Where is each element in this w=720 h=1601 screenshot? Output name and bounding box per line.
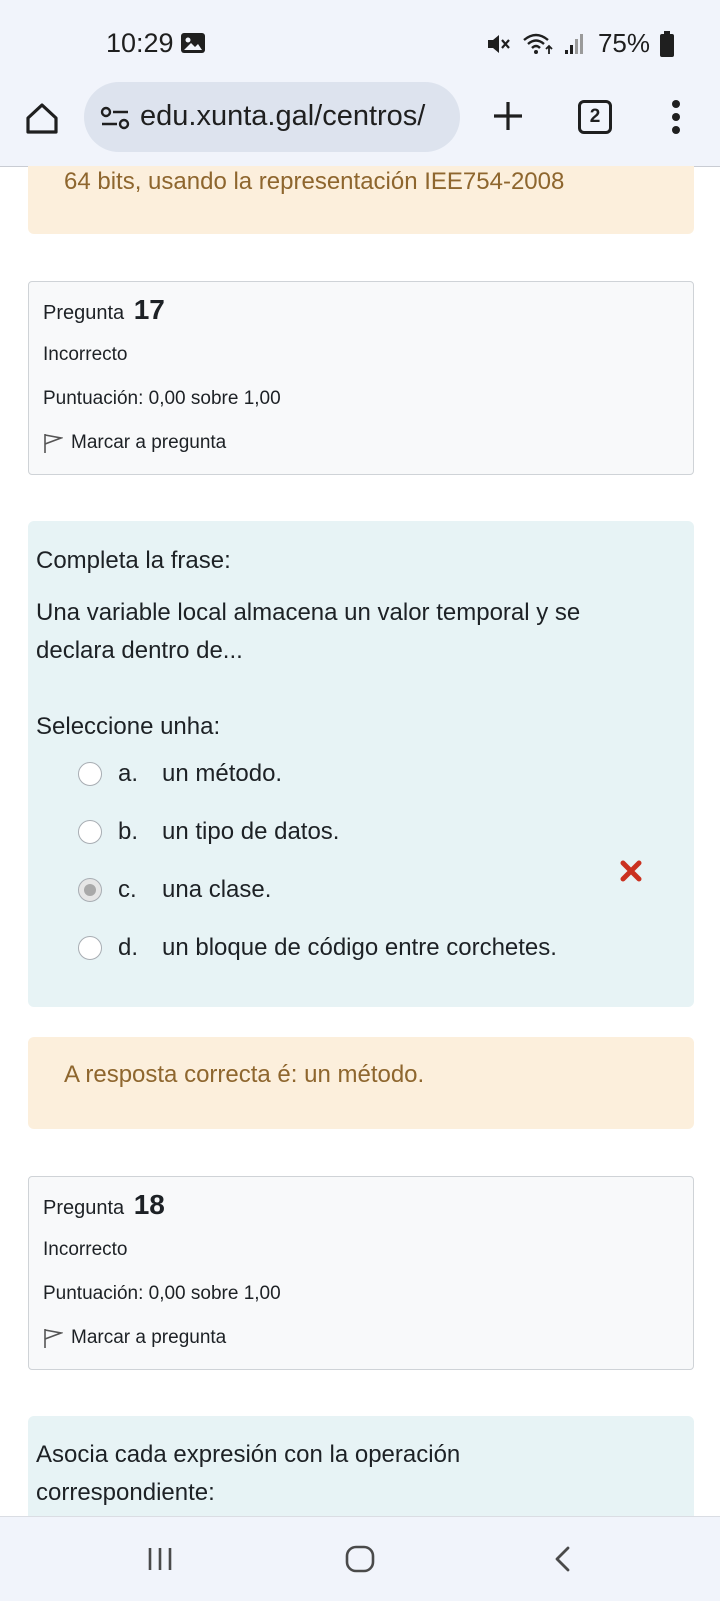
question-info: Pregunta 18 Incorrecto Puntuación: 0,00 …: [28, 1176, 694, 1370]
answer-radio-selected[interactable]: [78, 878, 102, 902]
flag-question-label[interactable]: Marcar a pregunta: [71, 1327, 226, 1349]
more-vert-icon[interactable]: [664, 96, 688, 138]
question-label: Pregunta: [43, 302, 125, 324]
question-intro: Completa la frase:: [36, 547, 231, 574]
flag-question-link[interactable]: Marcar a pregunta: [43, 1327, 226, 1349]
incorrect-icon: [620, 860, 642, 882]
answer-letter: c.: [118, 876, 137, 903]
question-number-value: 18: [133, 1189, 165, 1220]
answer-text[interactable]: un método.: [162, 760, 282, 788]
battery-icon: [660, 30, 674, 57]
address-bar[interactable]: edu.xunta.gal/centros/: [84, 82, 460, 152]
question-label: Pregunta: [43, 1197, 125, 1219]
status-icons: 75%: [486, 28, 674, 59]
wifi-icon: [523, 33, 553, 54]
flag-icon: [44, 1329, 63, 1348]
select-one-label: Seleccione unha:: [36, 713, 221, 740]
signal-icon: [564, 33, 583, 54]
system-nav-bar: [0, 1516, 720, 1601]
back-icon[interactable]: [552, 1545, 572, 1573]
site-settings-icon[interactable]: [100, 106, 130, 130]
answer-option-b[interactable]: b. un tipo de datos.: [78, 812, 339, 852]
answer-text[interactable]: un bloque de código entre corchetes.: [162, 934, 557, 962]
question-prompt: Asocia cada expresión con la operación c…: [36, 1441, 461, 1506]
home-nav-icon[interactable]: [344, 1545, 376, 1573]
browser-toolbar: edu.xunta.gal/centros/ 2: [0, 78, 720, 167]
answer-text[interactable]: una clase.: [162, 876, 271, 904]
answer-option-a[interactable]: a. un método.: [78, 754, 282, 794]
question-number: Pregunta 17: [43, 294, 165, 326]
question-number-value: 17: [133, 294, 165, 325]
recent-apps-icon[interactable]: [146, 1545, 174, 1573]
question-info: Pregunta 17 Incorrecto Puntuación: 0,00 …: [28, 281, 694, 475]
answer-option-c[interactable]: c. una clase.: [78, 870, 271, 910]
question-prompt: Una variable local almacena un valor tem…: [36, 599, 581, 664]
answer-letter: d.: [118, 934, 139, 961]
right-answer-feedback: A resposta correcta é: un método.: [28, 1037, 694, 1129]
answer-text[interactable]: un tipo de datos.: [162, 818, 339, 846]
question-state: Incorrecto: [43, 1239, 128, 1260]
flag-question-label[interactable]: Marcar a pregunta: [71, 432, 226, 454]
question-grade: Puntuación: 0,00 sobre 1,00: [43, 388, 281, 409]
question-state: Incorrecto: [43, 344, 128, 365]
url-text[interactable]: edu.xunta.gal/centros/: [140, 100, 425, 133]
question-number: Pregunta 18: [43, 1189, 165, 1221]
answer-letter: b.: [118, 818, 139, 845]
answer-radio[interactable]: [78, 936, 102, 960]
battery-percent: 75%: [597, 28, 650, 58]
flag-question-link[interactable]: Marcar a pregunta: [43, 432, 226, 454]
mute-icon: [487, 34, 510, 53]
home-icon[interactable]: [22, 98, 62, 138]
gallery-icon: [181, 33, 205, 53]
answer-option-d[interactable]: d. un bloque de código entre corchetes.: [78, 928, 557, 968]
previous-question-feedback: 64 bits, usando la representación IEE754…: [28, 166, 694, 234]
answer-radio[interactable]: [78, 762, 102, 786]
feedback-text: 64 bits, usando la representación IEE754…: [64, 168, 565, 195]
answer-letter: a.: [118, 760, 139, 787]
flag-icon: [44, 434, 63, 453]
answer-radio[interactable]: [78, 820, 102, 844]
right-answer-text: A resposta correcta é: un método.: [64, 1061, 425, 1088]
status-bar: 10:29 75%: [0, 0, 720, 78]
status-time: 10:29: [106, 28, 174, 58]
question-grade: Puntuación: 0,00 sobre 1,00: [43, 1283, 281, 1304]
tab-switcher-button[interactable]: 2: [578, 100, 612, 134]
plus-icon[interactable]: [488, 96, 528, 136]
